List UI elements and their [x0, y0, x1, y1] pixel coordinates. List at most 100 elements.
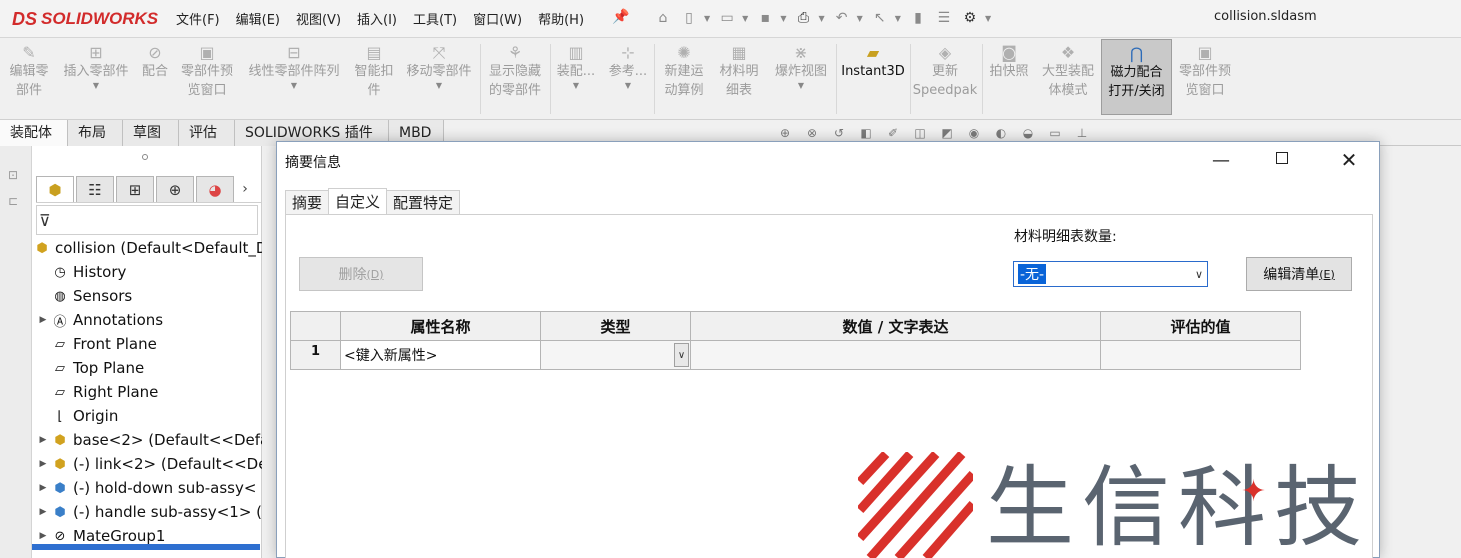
chevron-down-icon[interactable]: ▼ [436, 81, 442, 91]
component-preview-button[interactable]: ▣ 零部件预 览窗口 [176, 42, 238, 100]
dynamic-annotation-icon[interactable]: ✐ [884, 124, 902, 142]
chevron-down-icon[interactable]: ▼ [798, 81, 804, 91]
tab-assembly[interactable]: 装配体 [0, 120, 68, 146]
minimize-icon[interactable]: — [1207, 150, 1235, 172]
panel-grip-icon[interactable] [142, 154, 148, 160]
tree-item-link[interactable]: ▶ ⬢ (-) link<2> (Default<<De [36, 452, 262, 476]
open-icon[interactable]: ▭ [716, 7, 738, 29]
configuration-manager-tab-icon[interactable]: ⊞ [116, 176, 154, 202]
chevron-down-icon[interactable]: ▼ [985, 14, 991, 23]
tab-sketch[interactable]: 草图 [123, 120, 179, 146]
rebuild-icon[interactable]: ▮ [907, 7, 929, 29]
menu-edit[interactable]: 编辑(E) [236, 9, 280, 28]
bom-quantity-select[interactable]: -无- ∨ [1013, 261, 1208, 287]
menu-file[interactable]: 文件(F) [176, 9, 220, 28]
large-assembly-mode-button[interactable]: ❖ 大型装配 体模式 [1036, 42, 1100, 100]
chevron-right-icon[interactable]: ▶ [36, 531, 50, 541]
column-header-evaluated-value[interactable]: 评估的值 [1100, 311, 1301, 341]
instant3d-button[interactable]: ▰ Instant3D [840, 42, 906, 81]
print-icon[interactable]: ⎙ [792, 7, 814, 29]
chevron-down-icon[interactable]: ▼ [573, 81, 579, 91]
triad-icon[interactable]: ⊥ [1073, 124, 1091, 142]
new-document-icon[interactable]: ▯ [678, 7, 700, 29]
zoom-to-fit-icon[interactable]: ⊕ [776, 124, 794, 142]
move-component-button[interactable]: ⤧ 移动零部件 ▼ [402, 42, 476, 91]
previous-view-icon[interactable]: ↺ [830, 124, 848, 142]
chevron-down-icon[interactable]: ▼ [857, 14, 863, 23]
tab-layout[interactable]: 布局 [68, 120, 123, 146]
property-manager-tab-icon[interactable]: ☷ [76, 176, 114, 202]
chevron-down-icon[interactable]: ∨ [674, 343, 689, 367]
delete-button[interactable]: 删除 (D) [299, 257, 423, 291]
smart-fasteners-button[interactable]: ▤ 智能扣 件 [350, 42, 398, 100]
column-header-property-name[interactable]: 属性名称 [340, 311, 541, 341]
tree-item-handle-sub-assy[interactable]: ▶ ⬢ (-) handle sub-assy<1> (I [36, 500, 262, 524]
tree-item-annotations[interactable]: ▶ Ⓐ Annotations [36, 308, 164, 332]
tree-filter[interactable]: ⊽ [36, 205, 258, 235]
home-icon[interactable]: ⌂ [652, 7, 674, 29]
chevron-down-icon[interactable]: ▼ [780, 14, 786, 23]
filter-icon[interactable]: ⊽ [39, 211, 51, 230]
tree-item-origin[interactable]: ⌊ Origin [36, 404, 118, 428]
tree-scrollbar[interactable] [32, 544, 260, 550]
solidworks-logo[interactable]: DS SOLIDWORKS [12, 6, 158, 32]
mate-button[interactable]: ⊘ 配合 [138, 42, 172, 81]
reference-geometry-button[interactable]: ⊹ 参考... ▼ [606, 42, 650, 91]
tree-item-history[interactable]: ◷ History [36, 260, 126, 284]
chevron-right-icon[interactable]: ▶ [36, 459, 50, 469]
menu-help[interactable]: 帮助(H) [538, 9, 584, 28]
apply-scene-icon[interactable]: ◒ [1019, 124, 1037, 142]
chevron-right-icon[interactable]: ▶ [36, 315, 50, 325]
exploded-view-button[interactable]: ⋇ 爆炸视图 ▼ [768, 42, 834, 91]
close-icon[interactable]: ✕ [1337, 148, 1361, 172]
tree-item-hold-down-sub-assy[interactable]: ▶ ⬢ (-) hold-down sub-assy< [36, 476, 257, 500]
zoom-to-area-icon[interactable]: ⊗ [803, 124, 821, 142]
tab-custom[interactable]: 自定义 [328, 188, 388, 214]
property-type-cell[interactable]: ∨ [540, 340, 691, 370]
sketch-icon[interactable]: ⊏ [8, 194, 24, 208]
pin-menu-icon[interactable]: 📌 [612, 9, 629, 25]
edit-component-button[interactable]: ✎ 编辑零 部件 [4, 42, 54, 100]
update-speedpak-button[interactable]: ◈ 更新 Speedpak [912, 42, 978, 100]
options-gear-icon[interactable]: ⚙ [959, 7, 981, 29]
menu-view[interactable]: 视图(V) [296, 9, 341, 28]
tab-summary[interactable]: 摘要 [285, 190, 330, 214]
display-style-icon[interactable]: ◩ [938, 124, 956, 142]
column-header-type[interactable]: 类型 [540, 311, 691, 341]
hide-show-items-icon[interactable]: ◉ [965, 124, 983, 142]
chevron-down-icon[interactable]: ∨ [1195, 268, 1203, 281]
tab-evaluate[interactable]: 评估 [179, 120, 235, 146]
maximize-icon[interactable] [1276, 152, 1292, 168]
dimxpert-manager-tab-icon[interactable]: ⊕ [156, 176, 194, 202]
view-orientation-icon[interactable]: ◫ [911, 124, 929, 142]
magnetic-mates-toggle[interactable]: ⋂ 磁力配合 打开/关闭 [1101, 39, 1172, 115]
undo-icon[interactable]: ↶ [831, 7, 853, 29]
save-icon[interactable]: ▪ [754, 7, 776, 29]
tree-item-front-plane[interactable]: ▱ Front Plane [36, 332, 157, 356]
component-icon[interactable]: ⊡ [8, 168, 24, 182]
assembly-features-button[interactable]: ▥ 装配... ▼ [554, 42, 598, 91]
property-value-cell[interactable] [690, 340, 1101, 370]
tree-item-sensors[interactable]: ◍ Sensors [36, 284, 132, 308]
show-hidden-components-button[interactable]: ⚘ 显示隐藏 的零部件 [484, 42, 546, 100]
display-manager-tab-icon[interactable]: ◕ [196, 176, 234, 202]
chevron-down-icon[interactable]: ▼ [742, 14, 748, 23]
bill-of-materials-button[interactable]: ▦ 材料明 细表 [714, 42, 764, 100]
new-motion-study-button[interactable]: ✺ 新建运 动算例 [658, 42, 710, 100]
chevron-right-icon[interactable]: ▶ [36, 435, 50, 445]
chevron-down-icon[interactable]: ▼ [625, 81, 631, 91]
file-properties-icon[interactable]: ☰ [933, 7, 955, 29]
menu-tools[interactable]: 工具(T) [413, 9, 457, 28]
chevron-right-icon[interactable]: ▶ [36, 483, 50, 493]
tree-item-right-plane[interactable]: ▱ Right Plane [36, 380, 158, 404]
menu-insert[interactable]: 插入(I) [357, 9, 397, 28]
column-header-value[interactable]: 数值 / 文字表达 [690, 311, 1101, 341]
chevron-down-icon[interactable]: ▼ [818, 14, 824, 23]
tree-item-base[interactable]: ▶ ⬢ base<2> (Default<<Defa [36, 428, 262, 452]
insert-components-button[interactable]: ⊞ 插入零部件 ▼ [58, 42, 134, 91]
edit-list-button[interactable]: 编辑清单 (E) [1246, 257, 1352, 291]
section-view-icon[interactable]: ◧ [857, 124, 875, 142]
chevron-down-icon[interactable]: ▼ [704, 14, 710, 23]
view-settings-icon[interactable]: ▭ [1046, 124, 1064, 142]
take-snapshot-button[interactable]: ◙ 拍快照 [986, 42, 1032, 81]
